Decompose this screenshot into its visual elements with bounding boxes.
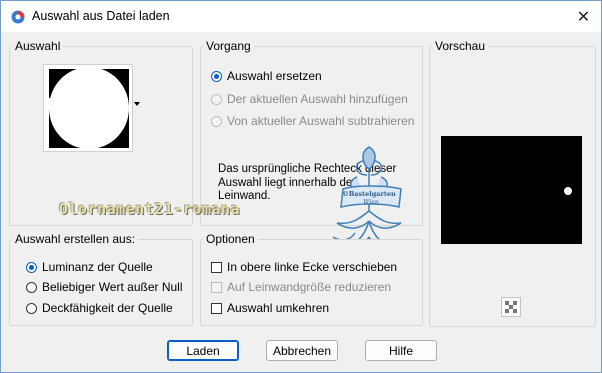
radio-label: Luminanz der Quelle: [42, 260, 153, 274]
paintshop-icon: [11, 10, 25, 24]
radio-indicator: [211, 93, 222, 105]
radio-deckfaehigkeit[interactable]: Deckfähigkeit der Quelle: [26, 301, 173, 315]
vorschau-legend: Vorschau: [435, 39, 486, 53]
checkbox-label: In obere linke Ecke verschieben: [227, 260, 398, 274]
stamp-line2: Wien: [363, 199, 379, 206]
checkbox-obere-linke-ecke[interactable]: In obere linke Ecke verschieben: [211, 260, 397, 274]
radio-label: Auswahl ersetzen: [227, 69, 322, 83]
radio-luminanz[interactable]: Luminanz der Quelle: [26, 260, 153, 274]
close-icon[interactable]: ✕: [566, 1, 601, 32]
thumbnail-dropdown-arrow[interactable]: [134, 102, 140, 106]
preview-dot: [564, 187, 572, 195]
radio-label: Beliebiger Wert außer Null: [42, 280, 183, 294]
checker-pattern: [505, 301, 517, 313]
checkbox-box: [211, 261, 222, 273]
preview-canvas: [441, 136, 582, 244]
checkbox-leinwandgroesse[interactable]: Auf Leinwandgröße reduzieren: [211, 280, 391, 294]
radio-subtrahieren[interactable]: Von aktueller Auswahl subtrahieren: [211, 114, 414, 128]
title-bar: Auswahl aus Datei laden ✕: [1, 1, 601, 32]
auswahl-legend: Auswahl: [15, 39, 61, 53]
transparency-checker-icon[interactable]: [501, 297, 521, 317]
selection-thumbnail-image: [44, 67, 129, 149]
erstellen-legend: Auswahl erstellen aus:: [15, 232, 136, 246]
checkbox-box: [211, 302, 222, 314]
checkbox-box: [211, 281, 222, 293]
vorgang-legend: Vorgang: [206, 39, 251, 53]
radio-beliebiger-wert[interactable]: Beliebiger Wert außer Null: [26, 280, 183, 294]
radio-label: Von aktueller Auswahl subtrahieren: [227, 114, 415, 128]
radio-auswahl-ersetzen[interactable]: Auswahl ersetzen: [211, 69, 322, 83]
radio-label: Deckfähigkeit der Quelle: [42, 301, 173, 315]
radio-indicator: [211, 115, 222, 127]
load-button[interactable]: Laden: [167, 340, 239, 361]
cancel-button[interactable]: Abbrechen: [266, 340, 338, 361]
stamp-line1: ©Bastelgarten: [342, 190, 396, 198]
radio-indicator: [211, 70, 222, 82]
optionen-legend: Optionen: [206, 232, 255, 246]
radio-hinzufuegen[interactable]: Der aktuellen Auswahl hinzufügen: [211, 92, 408, 106]
checkbox-auswahl-umkehren[interactable]: Auswahl umkehren: [211, 301, 329, 315]
filename-watermark: Olornament21-romana: [59, 200, 241, 218]
radio-indicator: [26, 281, 37, 293]
checkbox-label: Auswahl umkehren: [227, 301, 330, 315]
radio-indicator: [26, 261, 37, 273]
window-title: Auswahl aus Datei laden: [32, 9, 170, 23]
radio-label: Der aktuellen Auswahl hinzufügen: [227, 92, 408, 106]
radio-indicator: [26, 302, 37, 314]
help-button[interactable]: Hilfe: [365, 340, 437, 361]
checkbox-label: Auf Leinwandgröße reduzieren: [227, 280, 392, 294]
dialog-window: Auswahl aus Datei laden ✕ Auswahl Vorgan…: [0, 0, 602, 373]
selection-thumbnail[interactable]: [43, 64, 133, 152]
